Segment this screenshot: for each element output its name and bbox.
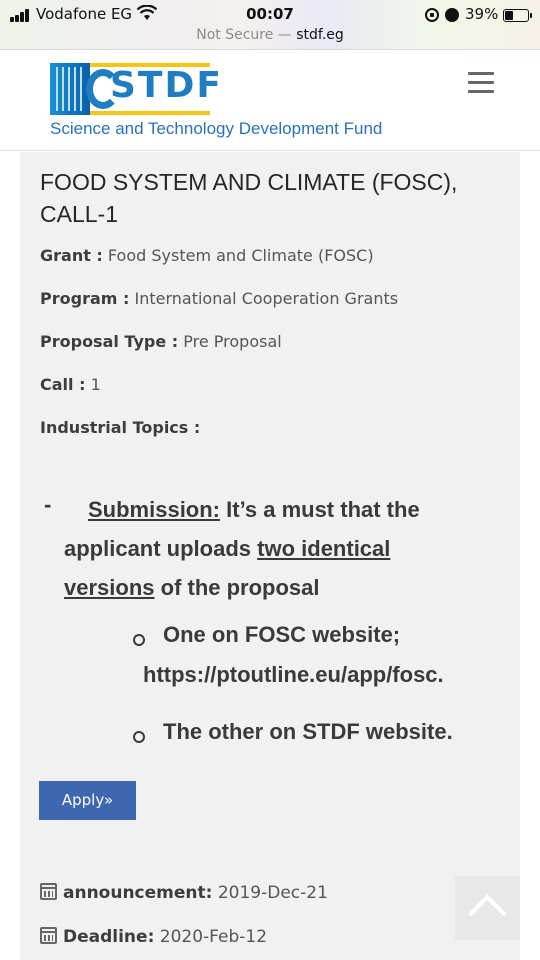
proposal-type-label: Proposal Type :: [40, 332, 179, 351]
program-value: International Cooperation Grants: [134, 289, 399, 308]
program-field: Program : International Cooperation Gran…: [40, 289, 398, 308]
page-title: FOOD SYSTEM AND CLIMATE (FOSC), CALL-1: [40, 169, 458, 227]
address-bar[interactable]: Not Secure — stdf.eg: [0, 27, 540, 43]
industrial-topics-field: Industrial Topics :: [40, 418, 200, 437]
proposal-type-value: Pre Proposal: [183, 332, 282, 351]
fosc-link[interactable]: https://ptoutline.eu/app/fosc.: [143, 662, 444, 688]
orientation-lock-icon: [425, 8, 439, 22]
proposal-type-field: Proposal Type : Pre Proposal: [40, 332, 282, 351]
grant-value: Food System and Climate (FOSC): [107, 246, 374, 265]
alarm-icon: [445, 8, 459, 22]
deadline-label: Deadline:: [63, 927, 155, 947]
scroll-to-top-button[interactable]: [455, 876, 520, 940]
security-status: Not Secure —: [196, 27, 297, 43]
deadline-date: Deadline: 2020-Feb-12: [40, 927, 267, 947]
battery-cap: [530, 13, 532, 18]
announcement-value: 2019-Dec-21: [217, 883, 328, 903]
battery-level: [505, 11, 513, 20]
industrial-topics-label: Industrial Topics :: [40, 418, 201, 437]
battery-icon: [503, 9, 529, 22]
site-header: STDF Science and Technology Development …: [0, 51, 540, 151]
program-label: Program :: [40, 289, 130, 308]
bullet-icon: [133, 731, 145, 743]
call-card: FOOD SYSTEM AND CLIMATE (FOSC), CALL-1 G…: [20, 152, 520, 960]
grant-field: Grant : Food System and Climate (FOSC): [40, 246, 374, 265]
logo-text: STDF: [110, 65, 223, 106]
announcement-date: announcement: 2019-Dec-21: [40, 883, 328, 903]
notice-item-2: The other on STDF website.: [163, 719, 453, 744]
notice-text-after: of the proposal: [160, 575, 320, 600]
call-number-field: Call : 1: [40, 375, 101, 394]
call-number-label: Call :: [40, 375, 86, 394]
call-number-value: 1: [90, 375, 101, 394]
calendar-icon: [40, 883, 57, 900]
logo-mark: [50, 63, 90, 115]
submission-label: Submission:: [88, 497, 221, 522]
chevron-up-icon: [468, 894, 507, 933]
clock: 00:07: [246, 5, 294, 23]
url-host: stdf.eg: [296, 27, 344, 43]
announcement-label: announcement:: [63, 883, 213, 903]
calendar-icon: [40, 927, 57, 944]
bullet-icon: [133, 634, 145, 646]
hamburger-icon[interactable]: [468, 72, 496, 94]
grant-label: Grant :: [40, 246, 103, 265]
stdf-logo[interactable]: STDF Science and Technology Development …: [50, 63, 383, 141]
apply-button[interactable]: Apply»: [39, 781, 136, 820]
status-bar: Vodafone EG 00:07 39% Not Secure — stdf.…: [0, 0, 540, 50]
battery-percent: 39%: [465, 5, 499, 23]
logo-tagline: Science and Technology Development Fund: [50, 119, 383, 138]
deadline-value: 2020-Feb-12: [159, 927, 268, 947]
notice-item-1: One on FOSC website;: [163, 622, 401, 647]
notice-dash: -: [44, 492, 52, 517]
notice-paragraph: Submission: It’s a must that the applica…: [64, 490, 484, 607]
